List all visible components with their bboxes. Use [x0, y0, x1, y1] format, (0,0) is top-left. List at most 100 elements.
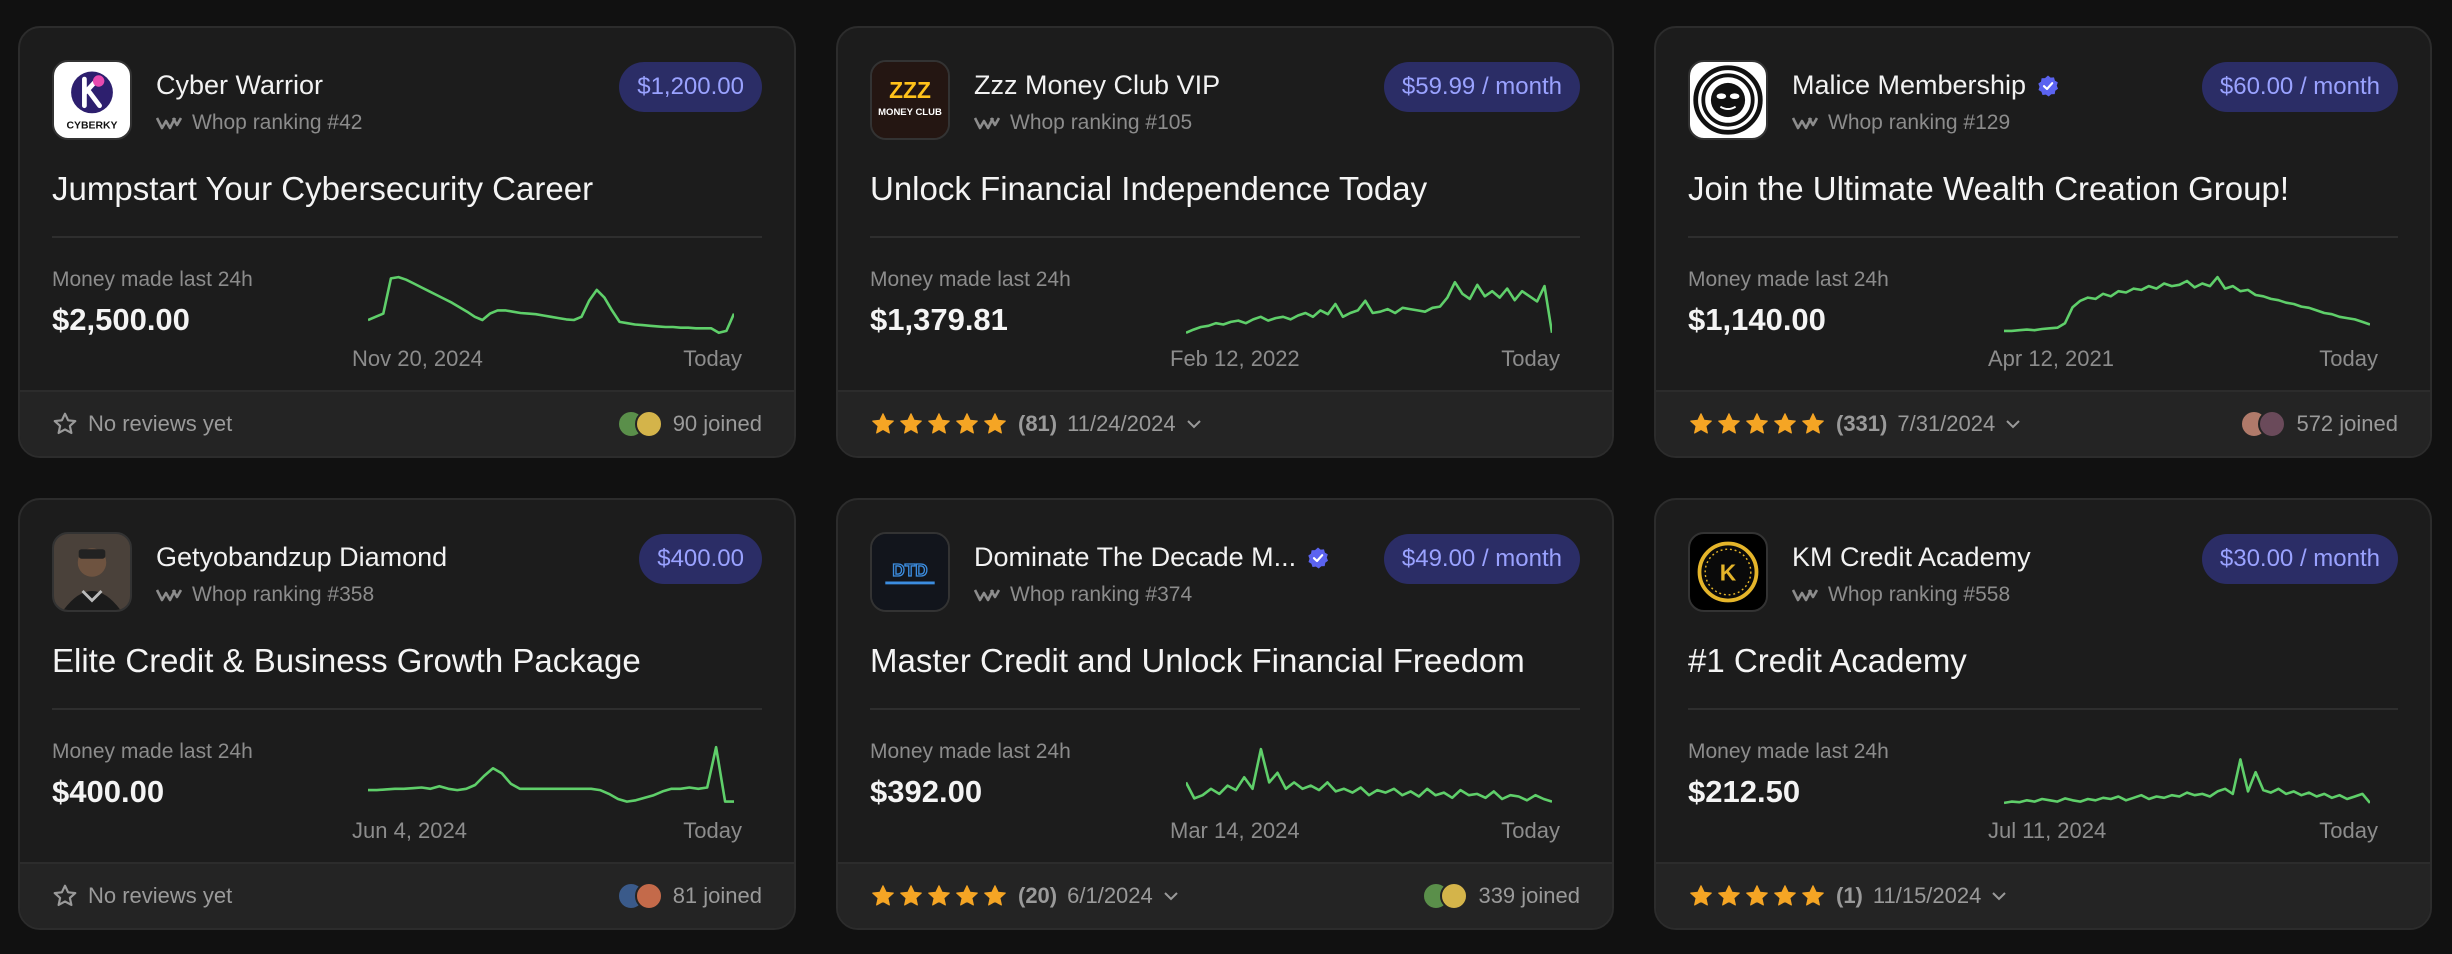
star-icon: [928, 413, 950, 434]
product-header: Dominate The Decade M... Whop ranking #3…: [974, 542, 1362, 607]
sparkline-start-date: Jun 4, 2024: [352, 818, 467, 843]
whop-ranking: Whop ranking #42: [156, 111, 544, 135]
sparkline-series: [1186, 280, 1552, 334]
price-badge: $59.99 / month: [1383, 62, 1580, 112]
revenue-sparkline: [368, 275, 734, 335]
product-logo: K: [1688, 532, 1768, 612]
review-count: (331): [1836, 411, 1888, 436]
product-card-1[interactable]: CYBERKY Cyber Warrior Whop ranking #42 $…: [18, 26, 796, 458]
revenue-sparkline: [368, 745, 734, 803]
product-name-text: KM Credit Academy: [1792, 542, 2031, 572]
divider: [52, 708, 762, 710]
money-made-label: Money made last 24h: [1688, 740, 1889, 763]
logo-letters: K: [1720, 560, 1737, 586]
whop-ranking-text: Whop ranking #42: [192, 111, 363, 134]
star-icon: [872, 413, 894, 434]
whop-ranking-text: Whop ranking #129: [1828, 111, 2011, 134]
logo-text: MONEY CLUB: [878, 107, 942, 118]
price-badge: $1,200.00: [619, 62, 762, 112]
review-count: (20): [1018, 883, 1058, 908]
joined-count: 90 joined: [616, 392, 762, 456]
money-made-value: $212.50: [1688, 774, 1801, 809]
sparkline-end-date: Today: [683, 346, 742, 371]
product-name[interactable]: Malice Membership: [1792, 70, 2180, 101]
avatar: [634, 410, 663, 438]
money-made-label: Money made last 24h: [1688, 268, 1889, 291]
star-rating: [870, 411, 1008, 437]
product-card-2[interactable]: ZZZ MONEY CLUB Zzz Money Club VIP Whop ra…: [836, 26, 1614, 458]
product-headline: #1 Credit Academy: [1688, 642, 1967, 679]
star-rating: [1688, 411, 1826, 437]
reviews[interactable]: No reviews yet: [52, 392, 232, 456]
whop-logo-icon: [1792, 117, 1818, 130]
chevron-down-icon[interactable]: [1186, 419, 1202, 429]
avatar: [2258, 410, 2287, 438]
whop-ranking-text: Whop ranking #558: [1828, 583, 2011, 606]
star-icon: [1802, 413, 1824, 434]
sparkline-end-date: Today: [2319, 818, 2378, 843]
joined-count: 339 joined: [1422, 864, 1580, 928]
revenue-sparkline: [2004, 275, 2370, 333]
star-icon: [984, 413, 1006, 434]
star-icon: [984, 885, 1006, 906]
revenue-sparkline: [1186, 747, 1552, 803]
whop-logo-icon: [974, 117, 1000, 130]
product-card-3[interactable]: Malice Membership Whop ranking #129 $60.…: [1654, 26, 2432, 458]
whop-ranking: Whop ranking #374: [974, 583, 1362, 607]
verified-badge-icon: [2038, 75, 2059, 96]
reviews[interactable]: (1) 11/15/2024: [1688, 864, 2007, 928]
photo-logo-icon: [54, 534, 130, 610]
product-logo: [1688, 60, 1768, 140]
product-card-4[interactable]: Getyobandzup Diamond Whop ranking #358 $…: [18, 498, 796, 930]
product-header: Getyobandzup Diamond Whop ranking #358: [156, 542, 544, 607]
sparkline-series: [2004, 275, 2370, 333]
sparkline-end-date: Today: [1501, 346, 1560, 371]
reviews[interactable]: (20) 6/1/2024: [870, 864, 1179, 928]
product-header: Zzz Money Club VIP Whop ranking #105: [974, 70, 1362, 135]
product-headline: Jumpstart Your Cybersecurity Career: [52, 170, 594, 207]
money-made-value: $2,500.00: [52, 302, 190, 337]
sparkline-end-date: Today: [1501, 818, 1560, 843]
price-badge: $400.00: [639, 534, 762, 584]
sparkline-start-date: Nov 20, 2024: [352, 346, 483, 371]
product-card-6[interactable]: K KM Credit Academy Whop ranking #558 $3…: [1654, 498, 2432, 930]
reviews[interactable]: No reviews yet: [52, 864, 232, 928]
sparkline-series: [2004, 758, 2370, 805]
product-name[interactable]: Getyobandzup Diamond: [156, 542, 544, 573]
chevron-down-icon[interactable]: [1991, 891, 2007, 901]
zzz-logo-icon: ZZZ MONEY CLUB: [872, 62, 948, 138]
km-logo-icon: K: [1697, 541, 1759, 603]
card-footer: (331) 7/31/2024 572 joined: [1656, 390, 2430, 456]
logo-letters: DTD: [892, 561, 927, 580]
chevron-down-icon[interactable]: [2005, 419, 2021, 429]
revenue-sparkline: [1186, 280, 1552, 334]
revenue-sparkline: [2004, 758, 2370, 805]
sparkline-end-date: Today: [683, 818, 742, 843]
no-reviews-text: No reviews yet: [88, 883, 233, 908]
product-name[interactable]: Cyber Warrior: [156, 70, 544, 101]
product-card-5[interactable]: DTD Dominate The Decade M... Whop rankin…: [836, 498, 1614, 930]
product-logo: [52, 532, 132, 612]
product-name[interactable]: Zzz Money Club VIP: [974, 70, 1362, 101]
reviews[interactable]: (81) 11/24/2024: [870, 392, 1202, 456]
reviews[interactable]: (331) 7/31/2024: [1688, 392, 2021, 456]
money-made-label: Money made last 24h: [52, 740, 253, 763]
whop-ranking-text: Whop ranking #105: [1010, 111, 1193, 134]
star-outline-icon: [53, 884, 77, 907]
star-icon: [956, 885, 978, 906]
whop-ranking: Whop ranking #129: [1792, 111, 2180, 135]
joined-text: 81 joined: [672, 883, 762, 908]
whop-ranking: Whop ranking #105: [974, 111, 1362, 135]
product-headline: Join the Ultimate Wealth Creation Group!: [1688, 170, 2290, 207]
product-headline: Unlock Financial Independence Today: [870, 170, 1428, 207]
product-name-text: Getyobandzup Diamond: [156, 542, 448, 572]
chevron-down-icon[interactable]: [1163, 891, 1179, 901]
sparkline-start-date: Jul 11, 2024: [1988, 818, 2107, 843]
product-name-text: Dominate The Decade M...: [974, 542, 1297, 572]
product-name[interactable]: KM Credit Academy: [1792, 542, 2180, 573]
product-name[interactable]: Dominate The Decade M...: [974, 542, 1362, 573]
avatar: [634, 882, 663, 910]
star-icon: [1690, 885, 1712, 906]
product-logo: CYBERKY: [52, 60, 132, 140]
joined-count: 81 joined: [616, 864, 762, 928]
